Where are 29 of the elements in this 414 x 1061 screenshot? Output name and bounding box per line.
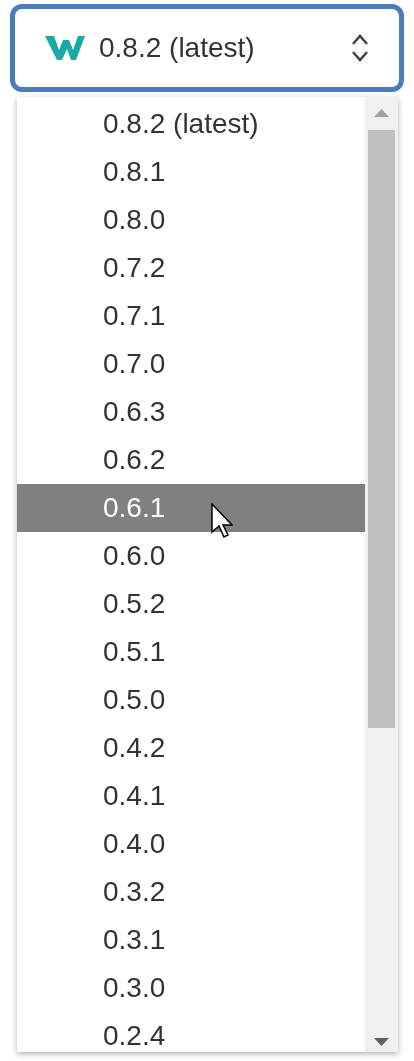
scroll-down-icon[interactable]: [374, 1038, 389, 1046]
version-option[interactable]: 0.4.2: [17, 724, 365, 772]
version-option[interactable]: 0.7.1: [17, 292, 365, 340]
version-option[interactable]: 0.8.2 (latest): [17, 100, 365, 148]
version-option[interactable]: 0.6.1: [17, 484, 365, 532]
version-option[interactable]: 0.4.0: [17, 820, 365, 868]
select-value: 0.8.2 (latest): [99, 32, 256, 64]
version-option[interactable]: 0.7.0: [17, 340, 365, 388]
version-option[interactable]: 0.3.1: [17, 916, 365, 964]
version-option[interactable]: 0.6.3: [17, 388, 365, 436]
version-option[interactable]: 0.8.0: [17, 196, 365, 244]
version-option[interactable]: 0.8.1: [17, 148, 365, 196]
version-option[interactable]: 0.5.0: [17, 676, 365, 724]
mouse-pointer-icon: [211, 503, 233, 539]
version-option[interactable]: 0.3.2: [17, 868, 365, 916]
scroll-up-icon[interactable]: [374, 109, 389, 117]
scrollbar-thumb[interactable]: [368, 130, 395, 728]
version-option[interactable]: 0.3.0: [17, 964, 365, 1012]
version-option[interactable]: 0.4.1: [17, 772, 365, 820]
version-option[interactable]: 0.6.2: [17, 436, 365, 484]
version-option[interactable]: 0.2.4: [17, 1012, 365, 1052]
version-option[interactable]: 0.5.1: [17, 628, 365, 676]
chevron-updown-icon: [351, 33, 369, 63]
scrollbar[interactable]: [365, 97, 398, 1052]
version-option[interactable]: 0.7.2: [17, 244, 365, 292]
logo-icon: [45, 36, 85, 60]
version-select[interactable]: 0.8.2 (latest): [10, 4, 404, 92]
version-option[interactable]: 0.5.2: [17, 580, 365, 628]
version-option[interactable]: 0.6.0: [17, 532, 365, 580]
